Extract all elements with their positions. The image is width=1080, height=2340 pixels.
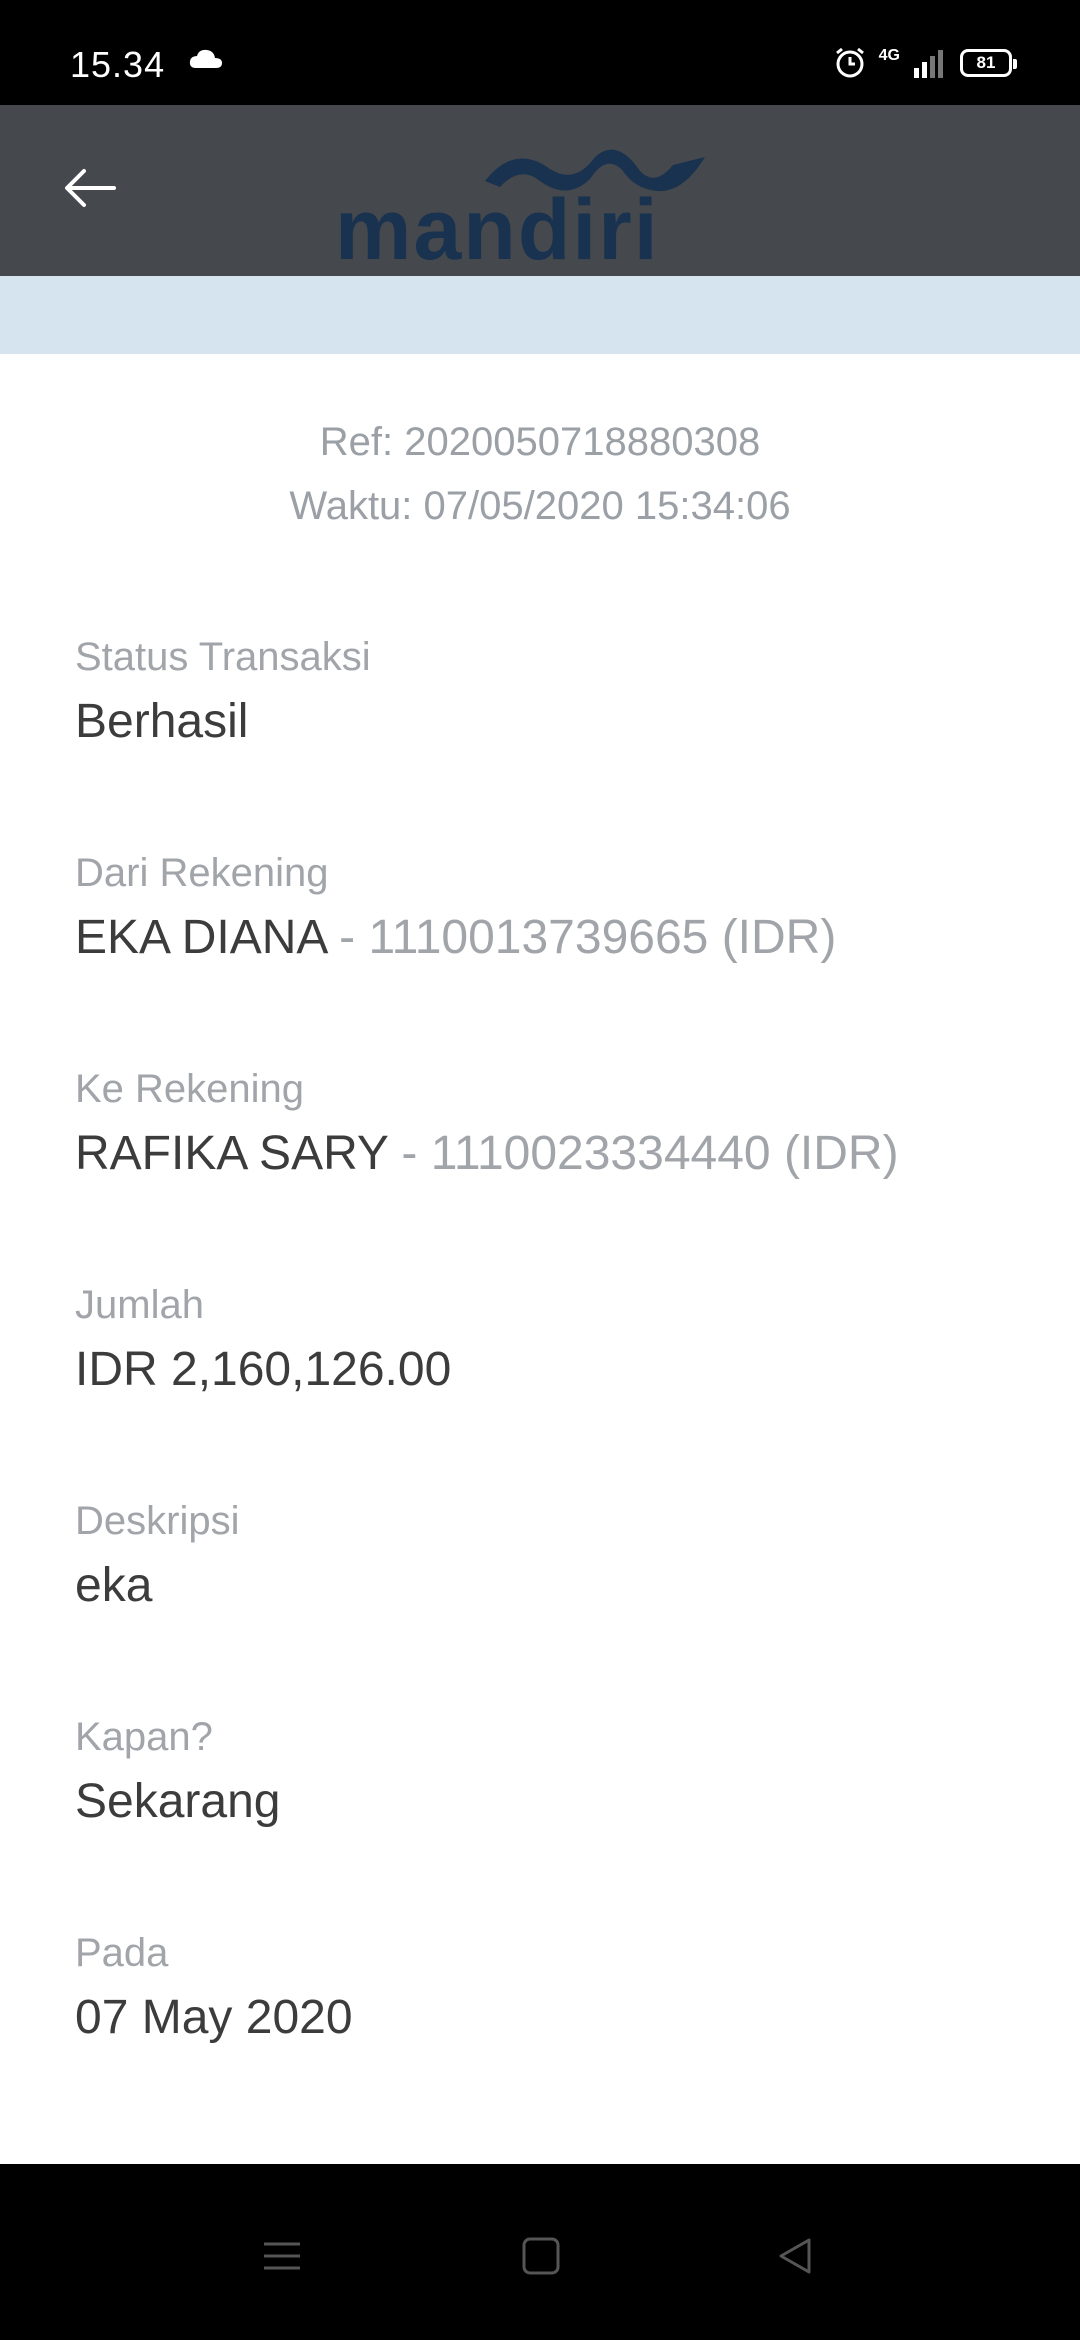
status-icons: 4G 81 (833, 46, 1017, 80)
network-type-label: 4G (878, 47, 900, 64)
back-nav-icon[interactable] (775, 2236, 815, 2276)
field-when: Kapan? Sekarang (75, 1712, 280, 1832)
field-label: Kapan? (75, 1715, 213, 1759)
arrow-left-icon (65, 169, 116, 207)
app-header: mandiri (0, 105, 1080, 276)
field-value: 07 May 2020 (75, 1991, 353, 2044)
time-line: Waktu: 07/05/2020 15:34:06 (0, 474, 1080, 538)
field-description: Deskripsi eka (75, 1496, 239, 1616)
ref-line: Ref: 2020050718880308 (0, 410, 1080, 474)
field-value: eka (75, 1559, 153, 1612)
field-amount: Jumlah IDR 2,160,126.00 (75, 1280, 451, 1400)
cloud-icon (189, 49, 222, 68)
field-to-account: Ke Rekening RAFIKA SARY - 1110023334440 … (75, 1064, 899, 1184)
field-label: Deskripsi (75, 1499, 240, 1543)
field-label: Status Transaksi (75, 635, 371, 679)
back-button[interactable] (60, 163, 130, 223)
ref-value: 2020050718880308 (404, 420, 761, 464)
field-label: Dari Rekening (75, 851, 329, 895)
mandiri-logo: mandiri (335, 143, 715, 273)
menu-icon[interactable] (262, 2236, 302, 2276)
account-name: EKA DIANA (75, 911, 326, 964)
field-status: Status Transaksi Berhasil (75, 632, 371, 752)
status-bar: 15.34 4G 81 (0, 0, 1080, 105)
field-label: Jumlah (75, 1283, 204, 1327)
field-value: IDR 2,160,126.00 (75, 1343, 452, 1396)
system-nav-bar (0, 2164, 1080, 2340)
field-value: Sekarang (75, 1775, 281, 1828)
battery-indicator: 81 (960, 49, 1017, 77)
account-number: - 1110013739665 (IDR) (325, 911, 837, 964)
field-date: Pada 07 May 2020 (75, 1928, 353, 2048)
field-label: Ke Rekening (75, 1067, 305, 1111)
field-from-account: Dari Rekening EKA DIANA - 1110013739665 … (75, 848, 836, 968)
field-value: EKA DIANA - 1110013739665 (IDR) (75, 908, 836, 968)
field-value: RAFIKA SARY - 1110023334440 (IDR) (75, 1124, 899, 1184)
logo-text: mandiri (335, 182, 660, 278)
field-label: Pada (75, 1931, 169, 1975)
time-label: Waktu: (289, 484, 413, 528)
account-number: - 1110023334440 (IDR) (388, 1127, 899, 1180)
alarm-icon (835, 47, 864, 78)
battery-level: 81 (976, 53, 996, 72)
time-value: 07/05/2020 15:34:06 (423, 484, 791, 528)
receipt-panel: Ref: 2020050718880308 Waktu: 07/05/2020 … (0, 354, 1080, 2164)
signal-icon (914, 50, 943, 78)
ref-label: Ref: (319, 420, 394, 464)
account-name: RAFIKA SARY (75, 1127, 389, 1180)
field-value: Berhasil (75, 695, 249, 748)
home-icon[interactable] (521, 2236, 561, 2276)
info-banner (0, 276, 1080, 354)
status-time: 15.34 (70, 44, 166, 85)
reference-block: Ref: 2020050718880308 Waktu: 07/05/2020 … (0, 410, 1080, 538)
